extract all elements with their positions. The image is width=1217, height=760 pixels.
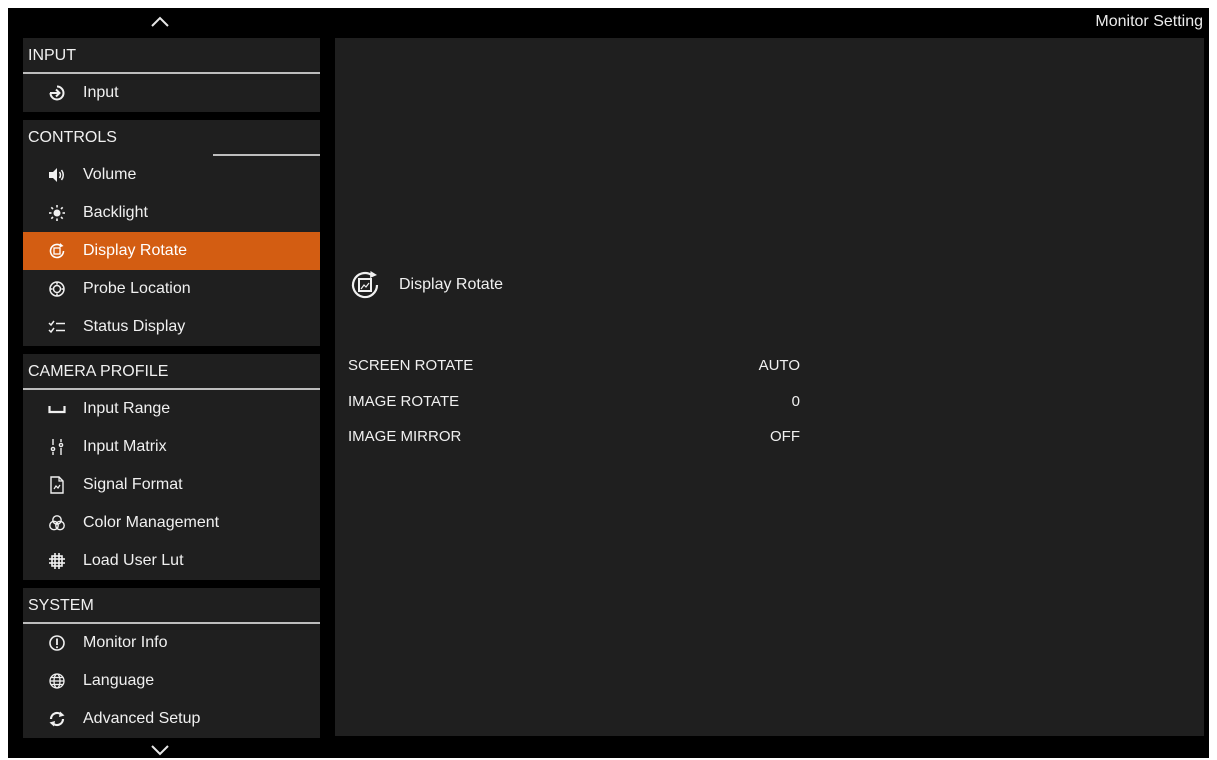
color-management-icon (45, 514, 69, 532)
display-rotate-icon (348, 268, 382, 302)
sidebar-item-display-rotate[interactable]: Display Rotate (23, 232, 320, 270)
signal-format-icon (45, 476, 69, 494)
group-header: INPUT (23, 38, 320, 74)
setting-label: SCREEN ROTATE (348, 357, 474, 374)
info-icon (45, 634, 69, 652)
section-title: Display Rotate (399, 276, 504, 293)
setting-value: OFF (770, 428, 800, 445)
sidebar-item-load-user-lut[interactable]: Load User Lut (23, 542, 320, 580)
title-bar: Monitor Setting (8, 8, 1209, 38)
setting-label: IMAGE ROTATE (348, 393, 460, 410)
sidebar-item-label: Language (83, 672, 155, 689)
sidebar-group-system: SYSTEM Monitor Info Language Advanced Se… (23, 588, 320, 738)
section-header: Display Rotate (348, 268, 503, 302)
sidebar-item-label: Probe Location (83, 280, 191, 297)
display-rotate-icon (45, 242, 69, 260)
sidebar-item-language[interactable]: Language (23, 662, 320, 700)
sidebar: INPUT Input CONTROLS Volume Backlight Di… (23, 38, 320, 746)
probe-location-icon (45, 280, 69, 298)
sidebar-group-controls: CONTROLS Volume Backlight Display Rotate (23, 120, 320, 346)
setting-value: AUTO (758, 357, 800, 374)
input-arrow-icon (45, 84, 69, 102)
setting-label: IMAGE MIRROR (348, 428, 462, 445)
setting-row-image-rotate[interactable]: IMAGE ROTATE 0 (348, 393, 800, 419)
sidebar-item-label: Input Range (83, 400, 171, 417)
group-header: SYSTEM (23, 588, 320, 624)
input-matrix-icon (45, 438, 69, 456)
sidebar-item-label: Signal Format (83, 476, 183, 493)
scroll-down-icon[interactable] (148, 740, 172, 760)
sidebar-item-label: Status Display (83, 318, 186, 335)
sidebar-item-label: Backlight (83, 204, 148, 221)
backlight-icon (45, 204, 69, 222)
sidebar-item-color-management[interactable]: Color Management (23, 504, 320, 542)
content-panel: Display Rotate SCREEN ROTATE AUTO IMAGE … (335, 38, 1204, 736)
sidebar-item-label: Input (83, 84, 119, 101)
volume-icon (45, 166, 69, 184)
group-header: CONTROLS (23, 120, 320, 156)
sidebar-item-signal-format[interactable]: Signal Format (23, 466, 320, 504)
setting-row-screen-rotate[interactable]: SCREEN ROTATE AUTO (348, 357, 800, 383)
globe-icon (45, 672, 69, 690)
status-display-icon (45, 318, 69, 336)
setting-row-image-mirror[interactable]: IMAGE MIRROR OFF (348, 428, 800, 454)
input-range-icon (45, 400, 69, 418)
sidebar-item-label: Display Rotate (83, 242, 188, 259)
sidebar-item-label: Color Management (83, 514, 220, 531)
monitor-screen: Monitor Setting INPUT Input CONTROLS Vol… (8, 8, 1209, 758)
group-header: CAMERA PROFILE (23, 354, 320, 390)
sidebar-item-volume[interactable]: Volume (23, 156, 320, 194)
window-title: Monitor Setting (1095, 13, 1203, 30)
sidebar-item-label: Input Matrix (83, 438, 167, 455)
load-user-lut-icon (45, 552, 69, 570)
sidebar-item-backlight[interactable]: Backlight (23, 194, 320, 232)
sidebar-item-input[interactable]: Input (23, 74, 320, 112)
sidebar-item-label: Load User Lut (83, 552, 184, 569)
sidebar-item-probe-location[interactable]: Probe Location (23, 270, 320, 308)
sidebar-item-input-range[interactable]: Input Range (23, 390, 320, 428)
sidebar-item-advanced-setup[interactable]: Advanced Setup (23, 700, 320, 738)
sidebar-item-label: Volume (83, 166, 137, 183)
sidebar-item-status-display[interactable]: Status Display (23, 308, 320, 346)
advanced-setup-icon (45, 710, 69, 728)
sidebar-item-monitor-info[interactable]: Monitor Info (23, 624, 320, 662)
sidebar-group-input: INPUT Input (23, 38, 320, 112)
scroll-up-icon[interactable] (148, 12, 172, 32)
sidebar-item-label: Advanced Setup (83, 710, 201, 727)
setting-value: 0 (791, 393, 800, 410)
sidebar-group-camera-profile: CAMERA PROFILE Input Range Input Matrix … (23, 354, 320, 580)
sidebar-item-input-matrix[interactable]: Input Matrix (23, 428, 320, 466)
sidebar-item-label: Monitor Info (83, 634, 168, 651)
